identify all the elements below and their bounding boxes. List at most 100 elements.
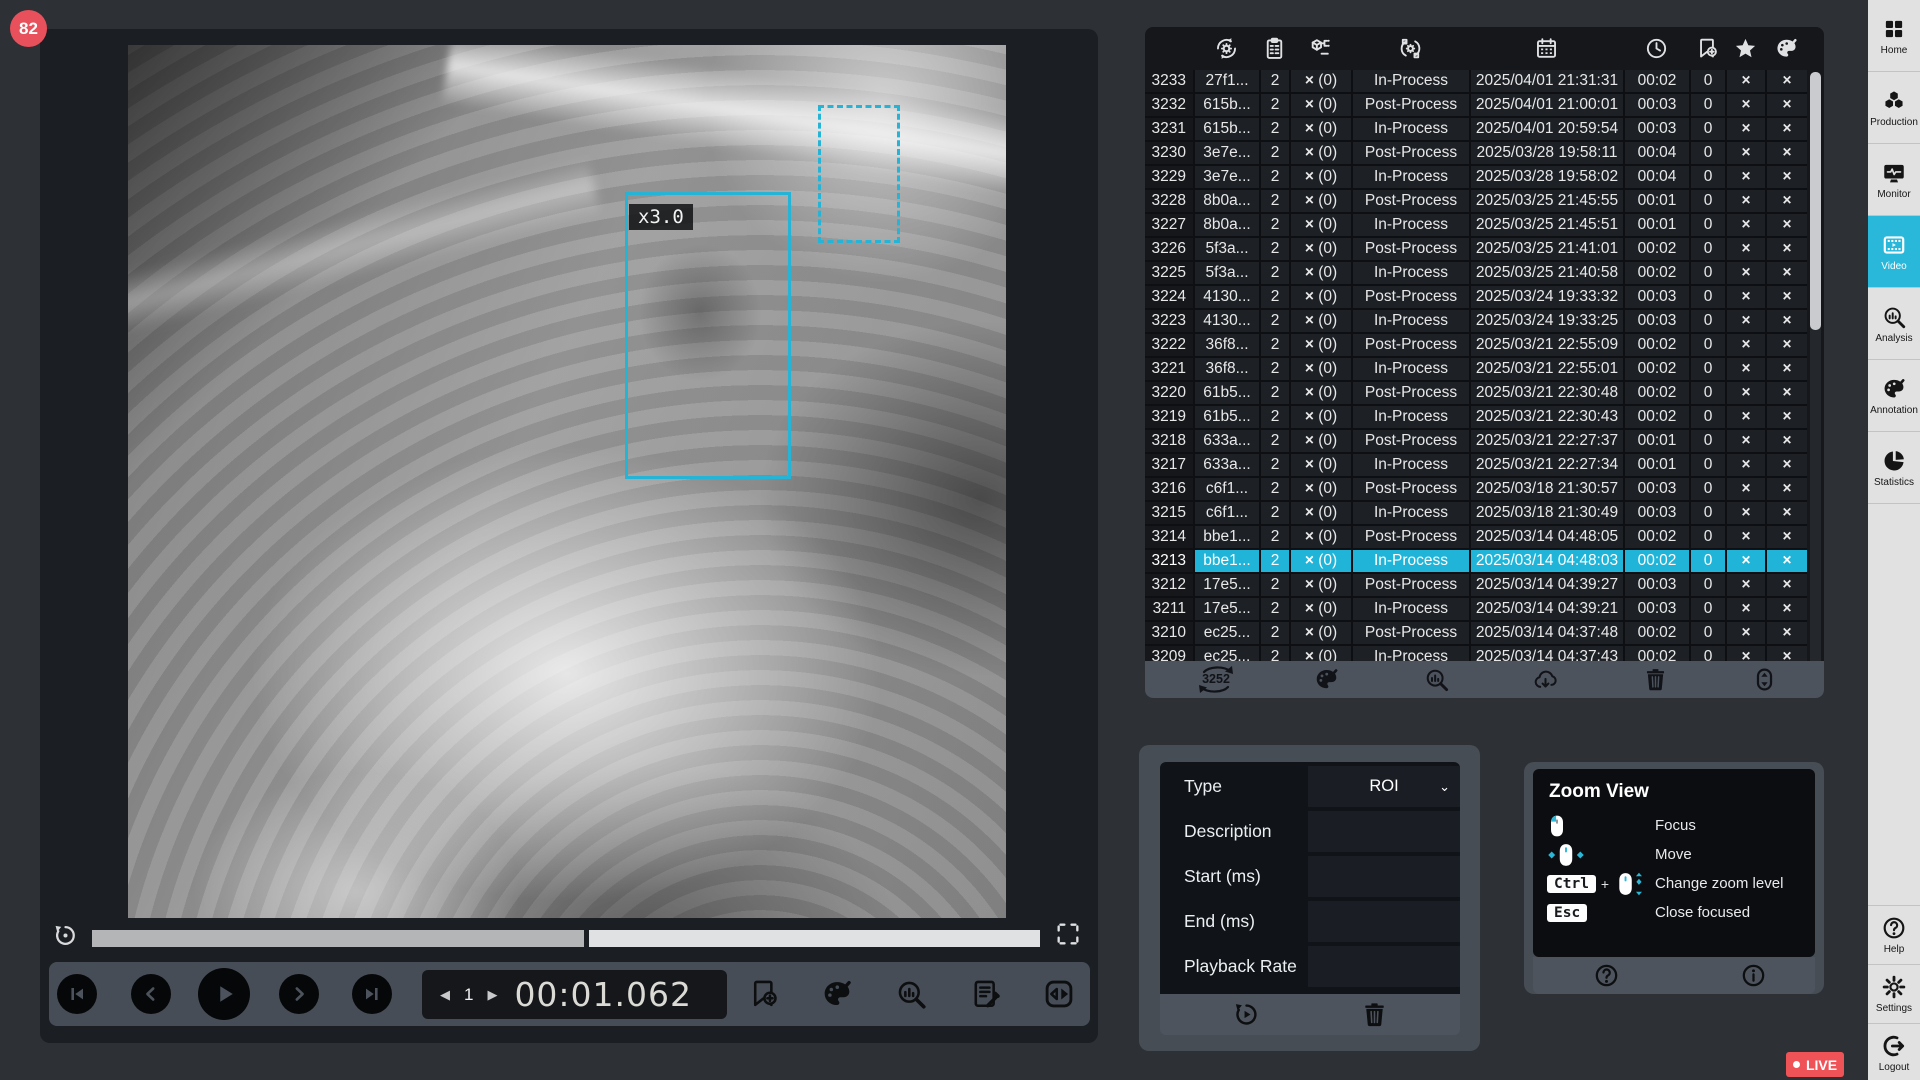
cell-mark: × [1725, 118, 1765, 142]
skip-start-button[interactable] [57, 974, 97, 1014]
sidebar-item-help[interactable]: Help [1868, 905, 1920, 964]
replay-icon[interactable] [1232, 1000, 1261, 1029]
skip-end-button[interactable] [352, 974, 392, 1014]
frame-next-arrow[interactable]: ▶ [487, 987, 497, 1003]
table-row[interactable]: 323327f1...2× (0)In-Process2025/04/01 21… [1145, 70, 1824, 94]
playback-rate-field[interactable] [1308, 946, 1460, 987]
table-row[interactable]: 322136f8...2× (0)In-Process2025/03/21 22… [1145, 358, 1824, 382]
table-row[interactable]: 32244130...2× (0)Post-Process2025/03/24 … [1145, 286, 1824, 310]
live-label: LIVE [1806, 1057, 1837, 1073]
palette-icon[interactable] [1313, 666, 1340, 693]
table-row[interactable]: 3209ec25...2× (0)In-Process2025/03/14 04… [1145, 646, 1824, 661]
table-row[interactable]: 32303e7e...2× (0)Post-Process2025/03/28 … [1145, 142, 1824, 166]
table-row[interactable]: 3218633a...2× (0)Post-Process2025/03/21 … [1145, 430, 1824, 454]
cloud-download-icon[interactable] [1532, 666, 1559, 693]
table-row[interactable]: 322236f8...2× (0)Post-Process2025/03/21 … [1145, 334, 1824, 358]
cell-id: 3230 [1145, 142, 1193, 166]
cell-duration: 00:02 [1623, 262, 1689, 286]
table-row[interactable]: 321117e5...2× (0)In-Process2025/03/14 04… [1145, 598, 1824, 622]
cell-datetime: 2025/03/14 04:48:03 [1469, 550, 1623, 574]
table-row[interactable]: 32255f3a...2× (0)In-Process2025/03/25 21… [1145, 262, 1824, 286]
next-button[interactable] [279, 974, 319, 1014]
description-field[interactable] [1308, 811, 1460, 852]
table-row[interactable]: 3210ec25...2× (0)Post-Process2025/03/14 … [1145, 622, 1824, 646]
sidebar-item-analysis[interactable]: Analysis [1868, 288, 1920, 360]
note-edit-icon[interactable] [969, 977, 1003, 1011]
play-button[interactable] [198, 968, 250, 1020]
notification-badge[interactable]: 82 [10, 10, 47, 47]
table-row[interactable]: 3231615b...2× (0)In-Process2025/04/01 20… [1145, 118, 1824, 142]
help-icon[interactable] [1593, 962, 1620, 989]
table-row[interactable]: 32288b0a...2× (0)Post-Process2025/03/25 … [1145, 190, 1824, 214]
column-header[interactable] [1469, 36, 1623, 61]
prev-button[interactable] [131, 974, 171, 1014]
zoom-roi-box[interactable]: x3.0 [625, 192, 791, 479]
video-frame[interactable]: x3.0 [128, 45, 1006, 918]
table-row[interactable]: 3213bbe1...2× (0)In-Process2025/03/14 04… [1145, 550, 1824, 574]
sidebar-item-logout[interactable]: Logout [1868, 1023, 1920, 1080]
column-header[interactable] [1725, 36, 1765, 61]
frame-prev-arrow[interactable]: ◀ [440, 987, 450, 1003]
table-scrollbar[interactable] [1810, 72, 1821, 680]
column-header[interactable] [1351, 36, 1469, 61]
sidebar-item-video[interactable]: Video [1868, 216, 1920, 288]
sidebar-item-annotation[interactable]: Annotation [1868, 360, 1920, 432]
table-row[interactable]: 321961b5...2× (0)In-Process2025/03/21 22… [1145, 406, 1824, 430]
compare-icon[interactable] [1042, 977, 1076, 1011]
cell-mark: × [1765, 454, 1807, 478]
table-row[interactable]: 3216c6f1...2× (0)Post-Process2025/03/18 … [1145, 478, 1824, 502]
column-header[interactable] [1193, 36, 1259, 61]
cell-mark: × [1765, 622, 1807, 646]
cell-flag: 0 [1689, 502, 1725, 526]
replay-icon[interactable] [52, 922, 79, 949]
bookmark-plus-icon[interactable] [747, 977, 781, 1011]
table-row[interactable]: 32234130...2× (0)In-Process2025/03/24 19… [1145, 310, 1824, 334]
table-row[interactable]: 3217633a...2× (0)In-Process2025/03/21 22… [1145, 454, 1824, 478]
table-row[interactable]: 32293e7e...2× (0)In-Process2025/03/28 19… [1145, 166, 1824, 190]
trash-icon[interactable] [1360, 1000, 1389, 1029]
roi-selection-dashed-box[interactable] [818, 105, 900, 243]
sidebar-item-home[interactable]: Home [1868, 0, 1920, 72]
sort-icon[interactable] [1751, 666, 1778, 693]
search-chart-icon[interactable] [1423, 666, 1450, 693]
cell-hash: 5f3a... [1193, 262, 1259, 286]
cell-flag: 0 [1689, 358, 1725, 382]
sidebar-item-production[interactable]: Production [1868, 72, 1920, 144]
cell-hash: 8b0a... [1193, 214, 1259, 238]
table-row[interactable]: 3215c6f1...2× (0)In-Process2025/03/18 21… [1145, 502, 1824, 526]
table-row[interactable]: 32278b0a...2× (0)In-Process2025/03/25 21… [1145, 214, 1824, 238]
refresh-count-button[interactable]: 3252 [1194, 663, 1238, 696]
cell-status: Post-Process [1351, 622, 1469, 646]
scrollbar-thumb[interactable] [1810, 72, 1821, 330]
cell-mark: × [1765, 646, 1807, 661]
sidebar-item-monitor[interactable]: Monitor [1868, 144, 1920, 216]
sidebar-item-settings[interactable]: Settings [1868, 964, 1920, 1023]
seek-bar-remaining[interactable] [589, 930, 1040, 947]
column-header[interactable] [1623, 36, 1689, 61]
type-select[interactable]: ROI⌄ [1308, 766, 1460, 807]
fullscreen-icon[interactable] [1054, 920, 1082, 948]
table-row[interactable]: 32265f3a...2× (0)Post-Process2025/03/25 … [1145, 238, 1824, 262]
start-ms-field[interactable] [1308, 856, 1460, 897]
end-ms-field[interactable] [1308, 901, 1460, 942]
search-chart-icon[interactable] [894, 977, 928, 1011]
cell-status: Post-Process [1351, 478, 1469, 502]
seek-bar-played[interactable] [92, 930, 584, 947]
table-row[interactable]: 322061b5...2× (0)Post-Process2025/03/21 … [1145, 382, 1824, 406]
column-header[interactable] [1765, 36, 1807, 61]
table-row[interactable]: 3214bbe1...2× (0)Post-Process2025/03/14 … [1145, 526, 1824, 550]
mouse-zoom-icon [1614, 871, 1644, 897]
sidebar-item-statistics[interactable]: Statistics [1868, 432, 1920, 504]
trash-icon[interactable] [1642, 666, 1669, 693]
cell-mark: × [1765, 142, 1807, 166]
info-icon[interactable] [1740, 962, 1767, 989]
column-header[interactable] [1259, 36, 1289, 61]
table-row[interactable]: 321217e5...2× (0)Post-Process2025/03/14 … [1145, 574, 1824, 598]
table-row[interactable]: 3232615b...2× (0)Post-Process2025/04/01 … [1145, 94, 1824, 118]
palette-icon[interactable] [820, 977, 854, 1011]
cell-errors: × (0) [1289, 238, 1351, 262]
cell-status: In-Process [1351, 454, 1469, 478]
column-header[interactable] [1689, 36, 1725, 61]
sidebar-item-label: Production [1870, 117, 1918, 128]
column-header[interactable] [1289, 36, 1351, 61]
